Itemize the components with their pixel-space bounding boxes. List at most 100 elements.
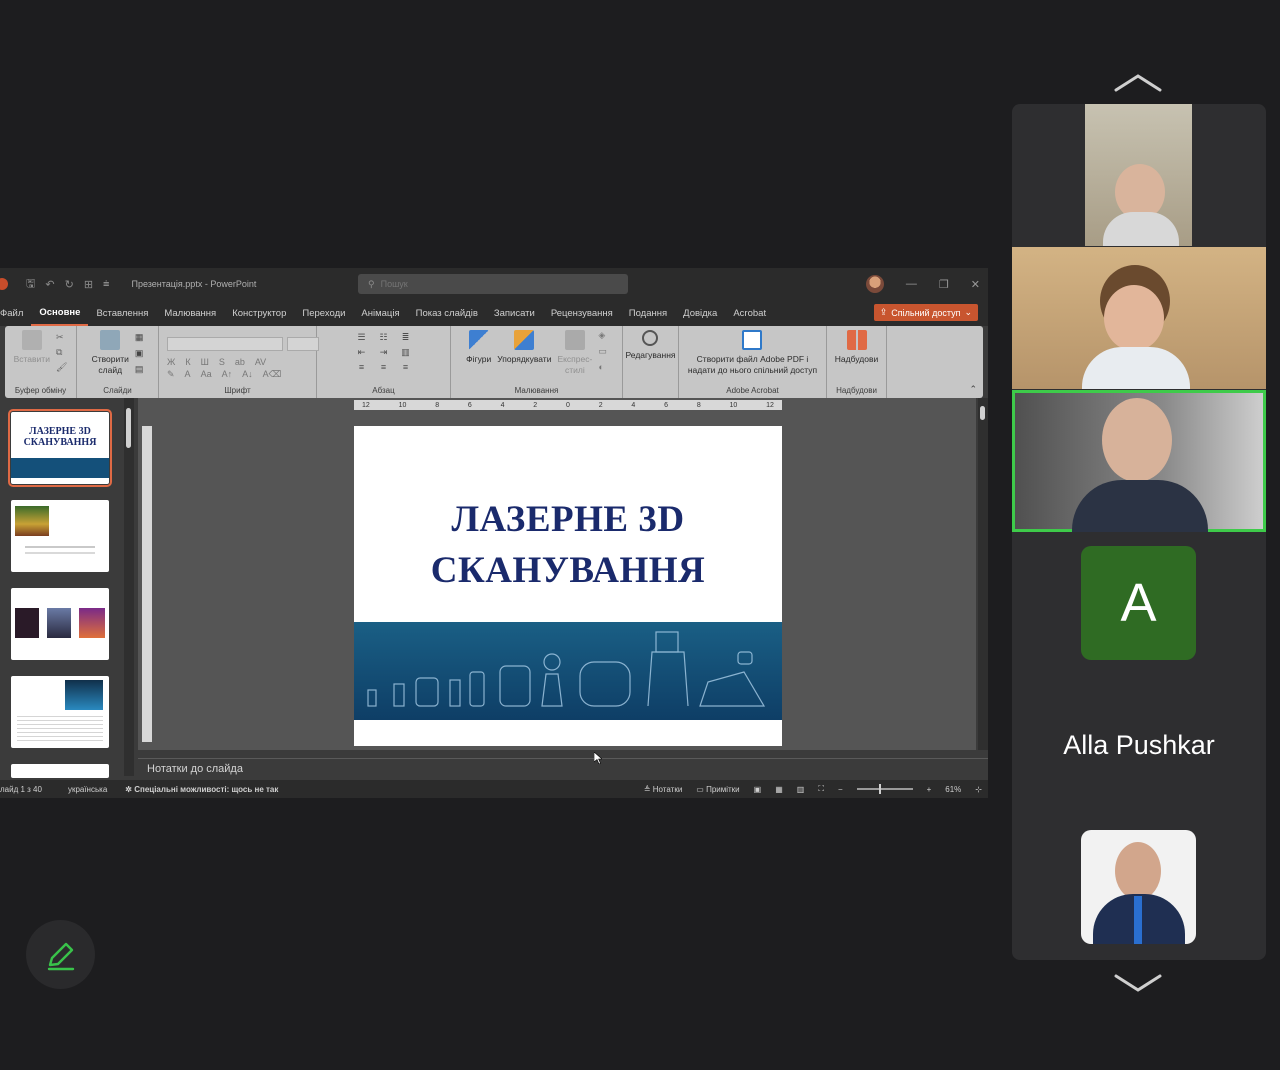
tab-insert[interactable]: Вставлення [88, 300, 156, 326]
scanners-line-art [367, 631, 766, 707]
restore-icon[interactable]: ❐ [939, 278, 949, 291]
search-box[interactable]: ⚲ [358, 274, 628, 294]
tab-draw[interactable]: Малювання [156, 300, 224, 326]
shapes-button[interactable]: Фігури [466, 330, 491, 365]
shrink-font-icon[interactable]: A↓ [242, 369, 253, 380]
font-color-icon[interactable]: A [185, 369, 191, 380]
tab-acrobat[interactable]: Acrobat [725, 300, 774, 326]
minimize-icon[interactable]: — [906, 278, 917, 290]
reading-view-icon[interactable]: ▥ [797, 785, 805, 794]
justify-icon[interactable]: ≡ [398, 362, 414, 372]
participant-avatar[interactable]: A [1081, 546, 1196, 660]
current-slide[interactable]: ЛАЗЕРНЕ 3D СКАНУВАННЯ [354, 426, 782, 746]
editing-button[interactable]: Редагування [625, 330, 676, 361]
thumbnail-slide-2[interactable] [11, 500, 109, 572]
tab-file[interactable]: Файл [0, 300, 31, 326]
tab-design[interactable]: Конструктор [224, 300, 294, 326]
collapse-ribbon-icon[interactable]: ⌃ [969, 384, 977, 395]
annotate-button[interactable] [26, 920, 95, 989]
font-name-select[interactable] [167, 336, 283, 351]
pdf-share-icon [742, 330, 763, 350]
language-indicator[interactable]: українська [68, 785, 107, 794]
participant-video-2[interactable] [1012, 247, 1266, 389]
slide-scrollbar[interactable] [978, 398, 988, 750]
bold-icon[interactable]: Ж [167, 357, 175, 367]
numbering-icon[interactable]: ☷ [376, 332, 392, 343]
present-icon[interactable]: ⊞ [84, 278, 93, 291]
zoom-slider[interactable] [856, 784, 913, 794]
decrease-indent-icon[interactable]: ⇤ [354, 347, 370, 358]
thumbnails-scrollbar[interactable] [124, 398, 134, 776]
scroll-down-chevron-icon[interactable] [1113, 970, 1163, 994]
tab-home[interactable]: Основне [31, 300, 89, 326]
align-left-icon[interactable]: ≡ [354, 362, 370, 372]
customize-toolbar-icon[interactable]: ⩧ [103, 278, 109, 291]
normal-view-icon[interactable]: ▣ [754, 785, 762, 794]
cut-icon[interactable]: ✂ [56, 332, 67, 343]
redo-icon[interactable]: ↻ [65, 278, 74, 291]
grow-font-icon[interactable]: A↑ [222, 369, 233, 380]
slide-title[interactable]: ЛАЗЕРНЕ 3D СКАНУВАННЯ [354, 494, 782, 596]
zoom-out-icon[interactable]: − [838, 785, 843, 794]
addins-button[interactable]: Надбудови [835, 330, 878, 365]
strikethrough-icon[interactable]: ab [235, 357, 245, 367]
slideshow-icon[interactable]: ⛶ [818, 784, 824, 794]
slide-sorter-icon[interactable]: ▦ [775, 785, 783, 794]
columns-icon[interactable]: ▥ [398, 347, 414, 358]
arrange-button[interactable]: Упорядкувати [497, 330, 551, 365]
tab-help[interactable]: Довідка [675, 300, 725, 326]
paste-button[interactable]: Вставити [14, 330, 50, 365]
shape-fill-icon[interactable]: ◈ [598, 330, 607, 341]
thumbnail-slide-1[interactable]: ЛАЗЕРНЕ 3D СКАНУВАННЯ [8, 409, 112, 487]
user-avatar[interactable] [865, 275, 884, 293]
zoom-level[interactable]: 61% [945, 785, 961, 794]
ribbon-tabs: Файл Основне Вставлення Малювання Констр… [0, 300, 988, 326]
undo-icon[interactable]: ↶ [45, 278, 54, 291]
tab-review[interactable]: Рецензування [543, 300, 621, 326]
section-icon[interactable]: ▤ [135, 364, 144, 375]
char-spacing-icon[interactable]: AV [255, 357, 266, 367]
tab-slideshow[interactable]: Показ слайдів [408, 300, 486, 326]
tab-transitions[interactable]: Переходи [294, 300, 353, 326]
thumbnail-slide-3[interactable] [11, 588, 109, 660]
thumbnail-slide-4[interactable] [11, 676, 109, 748]
search-input[interactable] [380, 279, 581, 289]
change-case-icon[interactable]: Aa [201, 369, 212, 380]
share-button[interactable]: ⇪ Спільний доступ ⌄ [873, 304, 978, 321]
line-spacing-icon[interactable]: ≣ [398, 332, 414, 343]
zoom-in-icon[interactable]: + [927, 785, 932, 794]
highlight-icon[interactable]: ✎ [167, 369, 175, 380]
quick-styles-button[interactable]: Експрес- стилі [557, 330, 592, 376]
create-pdf-share-button[interactable]: Створити файл Adobe PDF і надати до ньог… [688, 330, 817, 376]
thumbnail-slide-5[interactable] [11, 764, 109, 778]
font-size-select[interactable] [287, 336, 319, 351]
participant-photo[interactable] [1081, 830, 1196, 944]
shape-effects-icon[interactable]: ◐ [598, 362, 607, 372]
tab-view[interactable]: Подання [621, 300, 675, 326]
close-icon[interactable]: ✕ [971, 278, 980, 291]
format-painter-icon[interactable]: 🖌 [56, 362, 67, 373]
italic-icon[interactable]: К [185, 357, 190, 367]
comments-toggle[interactable]: ▭ Примітки [696, 785, 739, 794]
notes-pane[interactable]: Нотатки до слайда [138, 758, 988, 778]
bullets-icon[interactable]: ☰ [354, 332, 370, 343]
align-center-icon[interactable]: ≡ [376, 362, 392, 372]
shadow-icon[interactable]: S [219, 357, 225, 367]
fit-slide-icon[interactable]: ⊹ [975, 785, 982, 794]
scroll-up-chevron-icon[interactable] [1113, 72, 1163, 96]
copy-icon[interactable]: ⧉ [56, 347, 67, 358]
increase-indent-icon[interactable]: ⇥ [376, 347, 392, 358]
accessibility-status[interactable]: ✲ Спеціальні можливості: щось не так [125, 785, 278, 794]
tab-animations[interactable]: Анімація [353, 300, 407, 326]
layout-icon[interactable]: ▦ [135, 332, 144, 343]
participant-video-1[interactable] [1085, 104, 1192, 246]
notes-toggle[interactable]: ≜ Нотатки [644, 785, 682, 794]
underline-icon[interactable]: Ш [201, 357, 209, 367]
save-icon[interactable]: 🖫 [26, 275, 35, 294]
participant-video-active-speaker[interactable] [1012, 390, 1266, 532]
reset-icon[interactable]: ▣ [135, 348, 144, 359]
clear-formatting-icon[interactable]: A⌫ [263, 369, 282, 380]
shape-outline-icon[interactable]: ▭ [598, 346, 607, 357]
tab-record[interactable]: Записати [486, 300, 543, 326]
new-slide-button[interactable]: Створити слайд [92, 330, 129, 376]
